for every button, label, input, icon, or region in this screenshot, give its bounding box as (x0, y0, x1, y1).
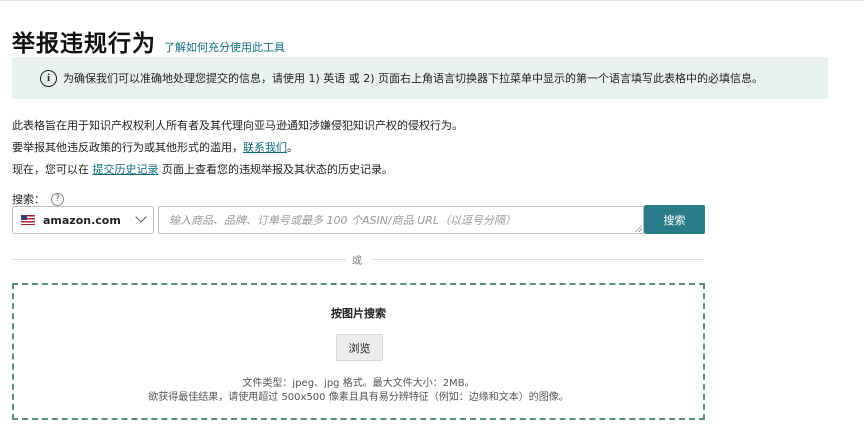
image-search-title: 按图片搜索 (331, 307, 386, 320)
chevron-down-icon (135, 211, 147, 223)
resize-handle-icon[interactable] (634, 224, 642, 232)
us-flag-icon (21, 215, 35, 225)
intro-line-1-text: 此表格旨在用于知识产权权利人所有者及其代理向亚马逊通知涉嫌侵犯知识产权的侵权行为… (12, 119, 463, 132)
intro-line-2: 要举报其他违反政策的行为或其他形式的滥用，联系我们。 (12, 139, 298, 155)
intro-line-3-prefix: 现在，您可以在 (12, 163, 93, 176)
search-input[interactable] (158, 206, 644, 234)
page-title: 举报违规行为 (12, 31, 156, 57)
top-border (0, 0, 864, 4)
language-notice: i 为确保我们可以准确地处理您提交的信息，请使用 1) 英语 或 2) 页面右上… (12, 57, 828, 99)
search-button[interactable]: 搜索 (644, 205, 705, 234)
file-type-note: 文件类型：jpeg、jpg 格式。最大文件大小：2MB。 (242, 378, 475, 389)
divider-left (12, 259, 346, 260)
intro-line-2-suffix: 。 (287, 141, 298, 154)
intro-line-3: 现在，您可以在 提交历史记录 页面上查看您的违规举报及其状态的历史记录。 (12, 161, 393, 177)
submission-history-link[interactable]: 提交历史记录 (93, 163, 159, 176)
contact-us-link[interactable]: 联系我们 (243, 141, 287, 154)
notice-text: 为确保我们可以准确地处理您提交的信息，请使用 1) 英语 或 2) 页面右上角语… (63, 72, 764, 85)
info-icon: i (40, 69, 57, 87)
search-label-text: 搜索： (12, 193, 45, 206)
browse-button[interactable]: 浏览 (336, 334, 383, 361)
intro-line-2-prefix: 要举报其他违反政策的行为或其他形式的滥用， (12, 141, 243, 154)
help-link[interactable]: 了解如何充分使用此工具 (164, 39, 285, 55)
intro-line-1: 此表格旨在用于知识产权权利人所有者及其代理向亚马逊通知涉嫌侵犯知识产权的侵权行为… (12, 117, 463, 133)
image-quality-note: 欲获得最佳结果，请使用超过 500x500 像素且具有易分辨特征（例如：边缘和文… (148, 392, 569, 403)
intro-line-3-suffix: 页面上查看您的违规举报及其状态的历史记录。 (158, 163, 393, 176)
marketplace-select[interactable]: amazon.com (12, 206, 154, 234)
page-header: 举报违规行为 了解如何充分使用此工具 (12, 24, 285, 58)
or-separator: 或 (352, 256, 362, 267)
search-label: 搜索： ? (12, 191, 64, 207)
image-dropzone[interactable]: 按图片搜索 浏览 文件类型：jpeg、jpg 格式。最大文件大小：2MB。 欲获… (12, 283, 705, 420)
question-icon[interactable]: ? (51, 192, 64, 206)
divider-right (372, 259, 704, 260)
marketplace-value: amazon.com (43, 213, 121, 227)
